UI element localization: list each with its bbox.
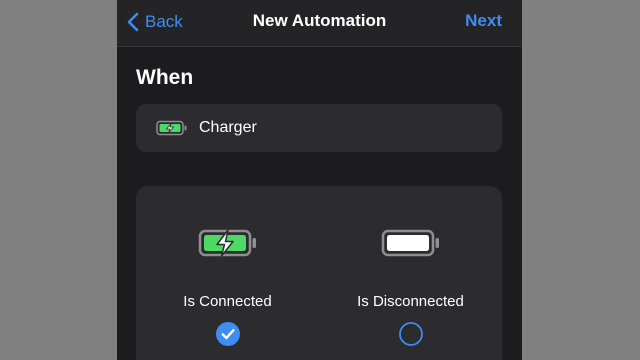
- option-label: Is Connected: [183, 293, 272, 310]
- section-heading: When: [136, 66, 194, 89]
- next-button[interactable]: Next: [465, 11, 502, 31]
- navigation-bar: Back New Automation Next: [117, 0, 522, 47]
- charging-battery-icon: [198, 228, 258, 263]
- page-title: New Automation: [252, 11, 387, 30]
- charging-battery-icon: [156, 120, 188, 136]
- option-is-connected[interactable]: Is Connected: [136, 186, 319, 360]
- full-battery-icon: [381, 228, 441, 263]
- option-is-disconnected[interactable]: Is Disconnected: [319, 186, 502, 360]
- option-label: Is Disconnected: [357, 293, 464, 310]
- radio-unselected-icon[interactable]: [398, 322, 423, 346]
- checkmark-selected-icon[interactable]: [215, 322, 240, 346]
- options-card: Is Connected Is Disconnected: [136, 186, 502, 360]
- trigger-label: Charger: [199, 119, 257, 136]
- screen-frame: Back New Automation Next When Charger Is…: [0, 0, 640, 360]
- phone-screen: Back New Automation Next When Charger Is…: [117, 0, 522, 360]
- trigger-row[interactable]: Charger: [136, 104, 502, 152]
